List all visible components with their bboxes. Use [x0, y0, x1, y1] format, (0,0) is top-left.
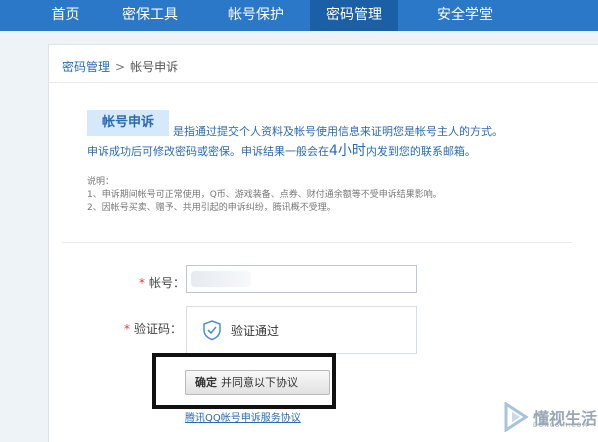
shield-check-icon — [203, 320, 221, 341]
intro-4-hours: 4小时 — [329, 143, 366, 159]
account-input[interactable] — [186, 265, 417, 293]
notes-title: 说明： — [87, 177, 115, 187]
intro-line-2-start: 申诉成功后可修改密码或密保。申诉结果一般会在 — [87, 145, 329, 158]
confirm-button-rest: 并同意以下协议 — [221, 376, 298, 389]
divider-middle — [62, 242, 572, 243]
top-nav: 首页 密保工具 帐号保护 密码管理 安全学堂 — [0, 0, 598, 31]
breadcrumb: 密码管理 > 帐号申诉 — [62, 58, 178, 75]
captcha-label: * 验证码： — [112, 320, 182, 337]
nav-item-security-school[interactable]: 安全学堂 — [420, 0, 510, 31]
breadcrumb-current: 帐号申诉 — [130, 60, 179, 74]
account-appeal-badge: 帐号申诉 — [87, 110, 169, 136]
required-mark: * — [123, 322, 130, 336]
confirm-button-bold: 确定 — [195, 376, 217, 389]
nav-item-security-tools[interactable]: 密保工具 — [106, 0, 194, 31]
account-value-redacted — [191, 271, 251, 287]
nav-item-home[interactable]: 首页 — [43, 0, 88, 31]
nav-item-password-management[interactable]: 密码管理 — [310, 0, 398, 31]
intro-line-1: 是指通过提交个人资料及帐号使用信息来证明您是帐号主人的方式。 — [173, 125, 503, 138]
notes-item-2: 2、因帐号买卖、赠予、共用引起的申诉纠纷，腾讯概不受理。 — [87, 203, 336, 213]
breadcrumb-separator: > — [115, 60, 126, 74]
intro-line-2: 申诉成功后可修改密码或密保。申诉结果一般会在4小时内发到您的联系邮箱。 — [87, 140, 476, 160]
captcha-status-text: 验证通过 — [231, 323, 280, 338]
breadcrumb-password-management-link[interactable]: 密码管理 — [62, 60, 110, 74]
confirm-button[interactable]: 确定 并同意以下协议 — [185, 370, 330, 395]
account-label: * 帐号： — [115, 274, 185, 291]
notes-block: 说明： 1、申诉期间帐号可正常使用，Q币、游戏装备、点券、财付通余额等不受申诉结… — [87, 176, 442, 215]
required-mark: * — [138, 276, 145, 290]
watermark: 懂视生活 DONGSHI.COM — [503, 402, 597, 432]
watermark-subtext: DONGSHI.COM — [533, 422, 589, 429]
intro-line-2-end: 内发到您的联系邮箱。 — [365, 145, 476, 158]
captcha-label-text: 验证码： — [133, 322, 182, 336]
divider-top — [48, 82, 598, 83]
nav-item-account-protection[interactable]: 帐号保护 — [212, 0, 300, 31]
agreement-link[interactable]: 腾讯QQ帐号申诉服务协议 — [185, 409, 301, 424]
captcha-verified-box[interactable]: 验证通过 — [186, 306, 417, 354]
notes-item-1: 1、申诉期间帐号可正常使用，Q币、游戏装备、点券、财付通余额等不受申诉结果影响。 — [87, 190, 442, 200]
watermark-logo-icon — [504, 402, 529, 432]
account-label-text: 帐号： — [148, 276, 185, 290]
